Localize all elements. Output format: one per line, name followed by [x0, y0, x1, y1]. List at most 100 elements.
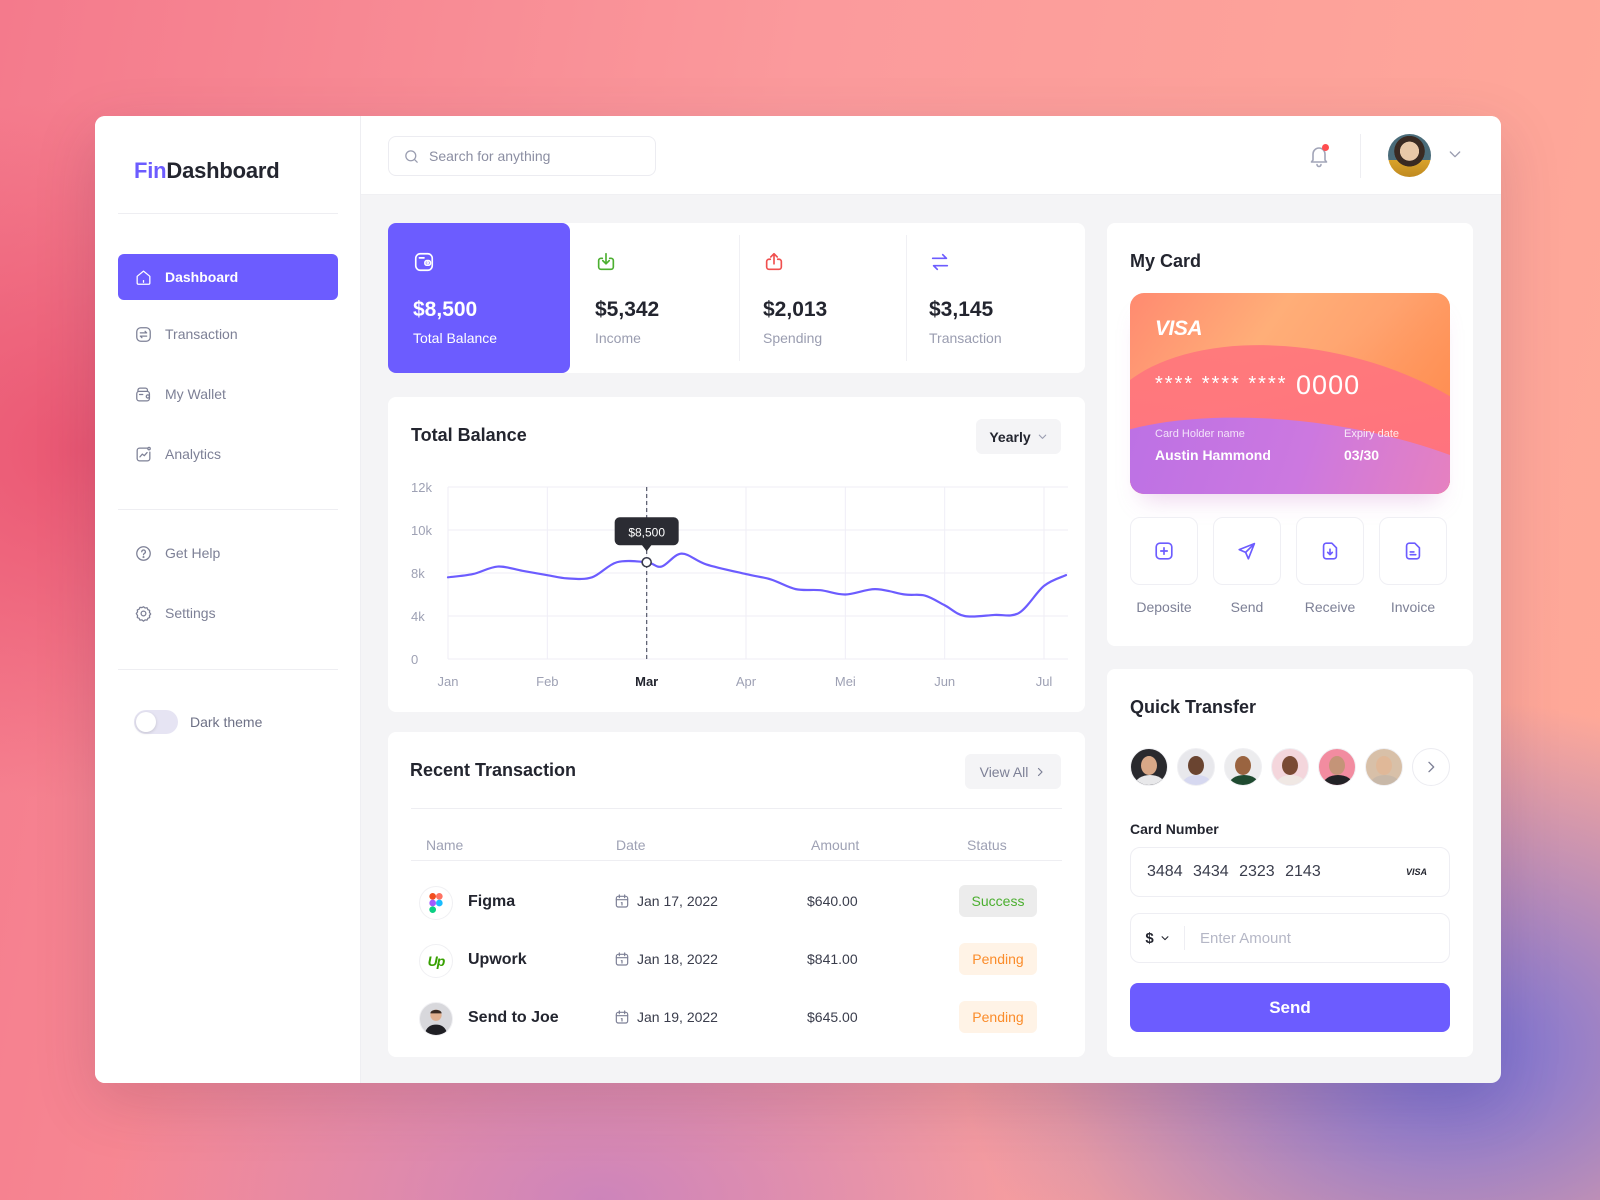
credit-card[interactable]: VISA **** **** **** 0000 Card Holder nam… [1130, 293, 1450, 494]
chevron-down-icon[interactable] [1447, 146, 1463, 162]
view-all-button[interactable]: View All [965, 754, 1061, 789]
stat-value: $5,342 [595, 298, 660, 321]
quick-transfer-title: Quick Transfer [1130, 697, 1257, 717]
card-number-label: Card Number [1130, 821, 1219, 837]
download-icon [597, 252, 615, 271]
plus-square-icon [1155, 542, 1173, 560]
quick-transfer-panel: Quick Transfer Card Number VISA $ Send [1107, 669, 1473, 1057]
calendar-icon [615, 894, 629, 908]
receive-button[interactable]: Receive [1296, 517, 1364, 615]
sidebar-item-analytics[interactable]: Analytics [118, 431, 338, 477]
chevron-right-icon [1428, 761, 1435, 773]
x-tick-label: Apr [736, 674, 757, 689]
analytics-icon [136, 446, 151, 461]
gear-icon [135, 605, 152, 622]
table-row[interactable]: Up Upwork Jan 18, 2022 $841.00 Pending [411, 938, 1062, 986]
stat-income[interactable]: $5,342 Income [570, 223, 745, 373]
topbar [361, 116, 1501, 195]
transaction-name: Send to Joe [468, 1009, 559, 1026]
x-tick-label: Feb [536, 674, 558, 689]
table-row[interactable]: Figma Jan 17, 2022 $640.00 Success [411, 880, 1062, 928]
app-logo: FinDashboard [134, 158, 280, 184]
status-badge: Pending [959, 943, 1037, 975]
card-holder-label: Card Holder name [1155, 428, 1245, 440]
column-header-amount: Amount [811, 837, 860, 853]
x-tick-label: Jul [1036, 674, 1053, 689]
transaction-amount: $645.00 [807, 1009, 858, 1025]
contact-avatar[interactable] [1365, 748, 1403, 786]
y-tick-label: 0 [411, 652, 418, 667]
user-avatar[interactable] [1388, 134, 1431, 177]
next-contacts-button[interactable] [1412, 748, 1450, 786]
transaction-amount: $640.00 [807, 893, 858, 909]
transactions-title: Recent Transaction [410, 760, 577, 780]
transaction-name: Upwork [468, 951, 527, 968]
column-header-status: Status [967, 837, 1007, 853]
y-tick-label: 12k [411, 480, 432, 495]
divider [1360, 134, 1361, 178]
search-icon [405, 149, 418, 163]
contact-avatar[interactable] [1318, 748, 1356, 786]
y-tick-label: 4k [411, 609, 425, 624]
app-window: FinDashboard Dashboard Transaction My Wa… [95, 116, 1501, 1083]
send-action-button[interactable]: Send [1213, 517, 1281, 615]
upwork-logo: Up [419, 944, 453, 978]
send-button[interactable]: Send [1130, 983, 1450, 1032]
card-number-input[interactable] [1147, 863, 1387, 881]
stat-value: $3,145 [929, 298, 994, 321]
sidebar-item-my-wallet[interactable]: My Wallet [118, 371, 338, 417]
deposit-button[interactable]: Deposite [1130, 517, 1198, 615]
invoice-button[interactable]: Invoice [1379, 517, 1447, 615]
card-number-masked: **** **** **** [1155, 373, 1288, 395]
dark-theme-label: Dark theme [190, 714, 263, 730]
sidebar-item-dashboard[interactable]: Dashboard [118, 254, 338, 300]
dark-theme-toggle[interactable] [134, 710, 178, 734]
contact-avatar[interactable] [1224, 748, 1262, 786]
y-tick-label: 10k [411, 523, 432, 538]
amount-field: $ [1130, 913, 1450, 963]
action-label: Receive [1304, 599, 1356, 615]
sidebar: FinDashboard Dashboard Transaction My Wa… [95, 116, 361, 1083]
stat-transaction[interactable]: $3,145 Transaction [904, 223, 1079, 373]
card-number-field: VISA [1130, 847, 1450, 897]
period-select[interactable]: Yearly [976, 419, 1061, 454]
table-row[interactable]: Send to Joe Jan 19, 2022 $645.00 Pending [411, 996, 1062, 1044]
search-box [388, 136, 656, 176]
contact-avatar[interactable] [1271, 748, 1309, 786]
stat-value: $8,500 [413, 298, 478, 321]
stat-label: Transaction [929, 330, 1002, 346]
avatar [419, 1002, 453, 1036]
chevron-right-icon [1038, 767, 1043, 776]
sidebar-item-transaction[interactable]: Transaction [118, 311, 338, 357]
calendar-icon [615, 1010, 629, 1024]
dark-theme-row: Dark theme [134, 710, 262, 734]
date-text: Jan 17, 2022 [637, 893, 718, 909]
toggle-knob [136, 712, 156, 732]
notification-button[interactable] [1307, 143, 1331, 169]
divider [411, 860, 1062, 861]
card-number: **** **** **** 0000 [1155, 370, 1360, 401]
chevron-down-icon [1161, 936, 1169, 941]
sidebar-item-settings[interactable]: Settings [118, 590, 338, 636]
x-tick-label: Jun [934, 674, 955, 689]
search-input[interactable] [429, 148, 629, 164]
balance-chart-card: 0 4k 8k 10k 12k Jan Feb Mar Apr Mei Jun Jul $8,500 T… [388, 397, 1085, 712]
receive-doc-icon [1322, 542, 1338, 560]
transaction-name: Figma [468, 893, 516, 910]
stats-card: $8,500 Total Balance $5,342 Income $2,01… [388, 223, 1085, 373]
stat-label: Total Balance [413, 330, 498, 346]
contact-avatar[interactable] [1130, 748, 1168, 786]
sidebar-item-label: Analytics [165, 446, 222, 462]
amount-input[interactable] [1200, 929, 1420, 947]
currency-select[interactable]: $ [1131, 926, 1185, 950]
contact-avatar[interactable] [1177, 748, 1215, 786]
sidebar-item-label: Transaction [165, 326, 238, 342]
sidebar-item-get-help[interactable]: Get Help [118, 530, 338, 576]
stat-spending[interactable]: $2,013 Spending [738, 223, 913, 373]
calendar-icon [615, 952, 629, 966]
chart-title: Total Balance [411, 425, 527, 445]
transaction-date: Jan 19, 2022 [614, 1009, 718, 1025]
action-label: Send [1230, 599, 1264, 615]
tooltip-pointer [641, 544, 652, 552]
stat-total-balance[interactable]: $8,500 Total Balance [388, 223, 570, 373]
